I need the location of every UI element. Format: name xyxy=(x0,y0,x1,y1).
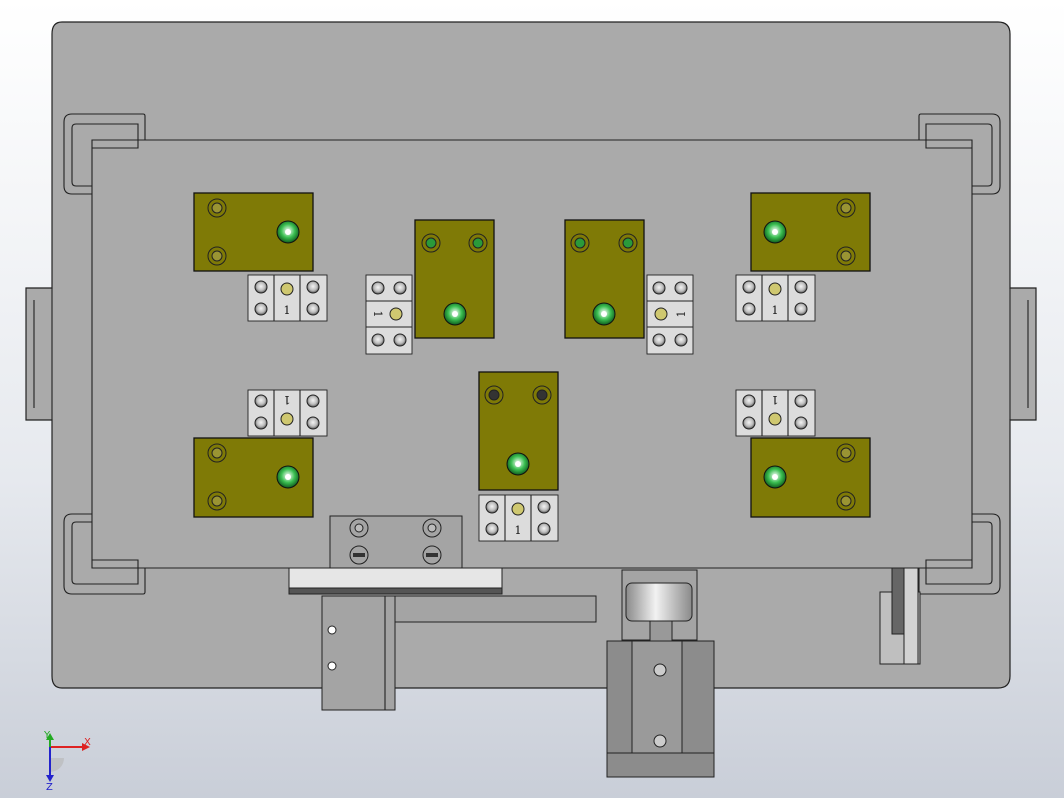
axis-x-label: X xyxy=(84,737,91,748)
block-label: 1 xyxy=(284,393,291,406)
clamp-pad-bottom-left xyxy=(193,437,314,518)
block-label: 1 xyxy=(772,304,779,317)
block-label: 1 xyxy=(284,304,291,317)
axis-y-label: Y xyxy=(43,730,51,741)
locator-block-4: 1 xyxy=(735,389,816,437)
clamp-pad-center-left xyxy=(414,219,495,339)
locator-block-3: 1 xyxy=(247,389,328,437)
locator-block-1: 1 xyxy=(247,274,328,322)
locator-block-2: 1 xyxy=(735,274,816,322)
clamp-pad-center-right xyxy=(564,219,645,339)
locator-block-5: 1 xyxy=(478,494,559,542)
clamp-pad-top-left xyxy=(193,192,314,272)
clamp-pad-bottom-right xyxy=(750,437,871,518)
block-label: 1 xyxy=(675,311,688,318)
axis-z-label: Z xyxy=(46,782,53,793)
locator-block-6: 1 xyxy=(365,274,413,355)
block-label: 1 xyxy=(515,524,522,537)
locator-block-7: 1 xyxy=(646,274,694,355)
clamp-pad-top-right xyxy=(750,192,871,272)
fixture-drawing: 1 1 1 1 1 1 1 X Y Z xyxy=(25,21,1037,793)
block-label: 1 xyxy=(772,393,779,406)
axis-triad: X Y Z xyxy=(43,730,91,793)
base-plate xyxy=(25,21,1037,689)
clamp-pad-center xyxy=(478,371,559,491)
block-label: 1 xyxy=(371,311,384,318)
